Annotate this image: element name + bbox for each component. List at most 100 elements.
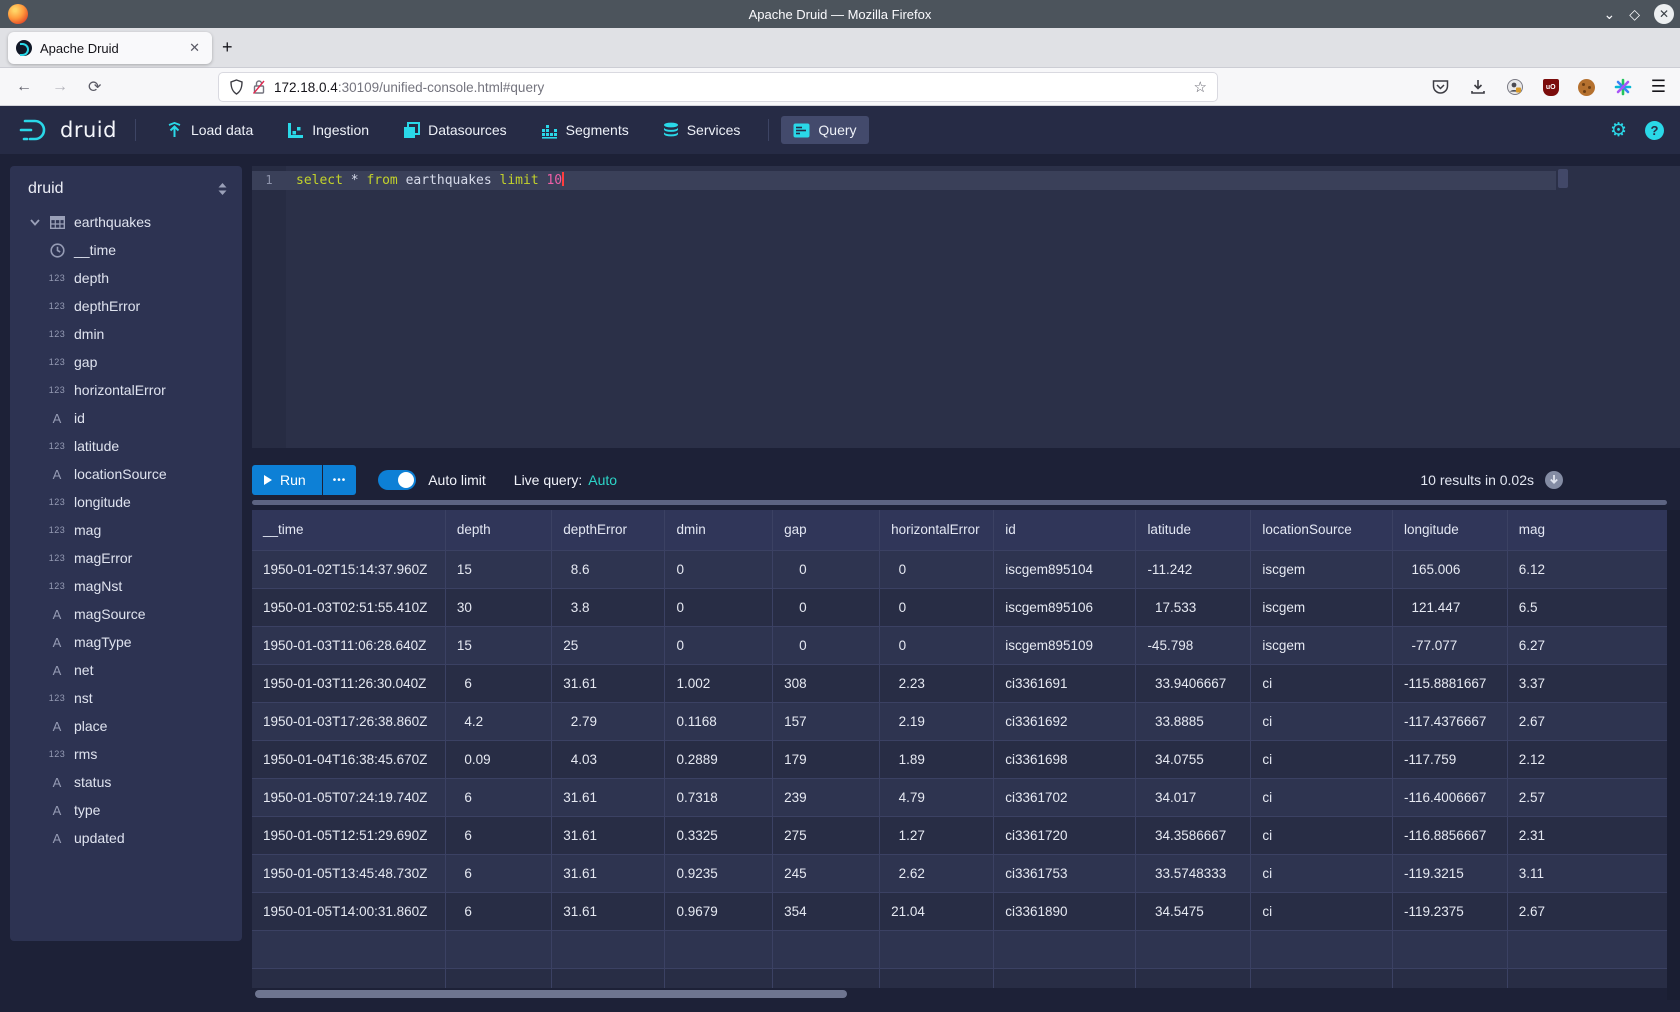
table-cell[interactable]: 0 (880, 588, 994, 626)
table-cell[interactable]: 1950-01-02T15:14:37.960Z (252, 550, 445, 588)
column-header-depth[interactable]: depth (445, 510, 551, 550)
table-cell[interactable]: 308 (773, 664, 880, 702)
table-cell[interactable]: 0.3325 (665, 816, 773, 854)
download-results-icon[interactable] (1544, 470, 1564, 490)
table-cell[interactable]: 31.61 (552, 778, 665, 816)
table-cell[interactable]: ci (1251, 892, 1393, 930)
table-cell[interactable]: 1950-01-05T07:24:19.740Z (252, 778, 445, 816)
sidebar-column-dmin[interactable]: 123dmin (10, 320, 242, 348)
table-cell[interactable]: -11.242 (1136, 550, 1251, 588)
table-cell[interactable]: 6 (445, 816, 551, 854)
browser-tab[interactable]: Apache Druid ✕ (8, 32, 212, 64)
table-cell[interactable]: 0 (773, 626, 880, 664)
horizontal-scrollbar-thumb[interactable] (255, 990, 847, 998)
column-header-locationSource[interactable]: locationSource (1251, 510, 1393, 550)
table-cell[interactable]: ci3361692 (994, 702, 1136, 740)
ublock-extension-icon[interactable]: uO (1543, 79, 1559, 96)
table-cell[interactable]: 165.006 (1393, 550, 1508, 588)
nav-item-ingestion[interactable]: Ingestion (275, 116, 381, 145)
table-cell[interactable]: 1950-01-05T14:00:31.860Z (252, 892, 445, 930)
help-icon[interactable]: ? (1645, 121, 1664, 140)
results-table-container[interactable]: __timedepthdepthErrordmingaphorizontalEr… (252, 510, 1680, 988)
table-cell[interactable]: -117.4376667 (1393, 702, 1508, 740)
panel-splitter[interactable] (252, 500, 1667, 505)
table-cell[interactable]: -119.3215 (1393, 854, 1508, 892)
table-cell[interactable]: 1.002 (665, 664, 773, 702)
reload-button[interactable]: ⟳ (88, 77, 101, 97)
table-cell[interactable]: 0 (880, 550, 994, 588)
table-cell[interactable]: -117.759 (1393, 740, 1508, 778)
table-cell[interactable]: iscgem895106 (994, 588, 1136, 626)
table-cell[interactable]: 1.27 (880, 816, 994, 854)
table-cell[interactable]: 33.5748333 (1136, 854, 1251, 892)
column-header-latitude[interactable]: latitude (1136, 510, 1251, 550)
sidebar-column-time[interactable]: __time (10, 236, 242, 264)
table-cell[interactable]: 245 (773, 854, 880, 892)
sidebar-column-longitude[interactable]: 123longitude (10, 488, 242, 516)
table-cell[interactable]: 0 (665, 550, 773, 588)
table-cell[interactable]: 30 (445, 588, 551, 626)
column-header-horizontalError[interactable]: horizontalError (880, 510, 994, 550)
table-cell[interactable]: 6.27 (1507, 626, 1679, 664)
table-cell[interactable]: ci3361720 (994, 816, 1136, 854)
table-cell[interactable]: 34.5475 (1136, 892, 1251, 930)
table-cell[interactable]: 6 (445, 664, 551, 702)
column-header-dmin[interactable]: dmin (665, 510, 773, 550)
nav-item-load-data[interactable]: Load data (154, 116, 265, 145)
settings-gear-icon[interactable]: ⚙ (1610, 119, 1627, 142)
table-cell[interactable]: ci (1251, 702, 1393, 740)
column-header-longitude[interactable]: longitude (1393, 510, 1508, 550)
table-cell[interactable]: 2.31 (1507, 816, 1679, 854)
sidebar-column-nst[interactable]: 123nst (10, 684, 242, 712)
table-cell[interactable]: 15 (445, 550, 551, 588)
table-cell[interactable]: 2.79 (552, 702, 665, 740)
table-cell[interactable]: 1.89 (880, 740, 994, 778)
table-cell[interactable]: 4.2 (445, 702, 551, 740)
url-text[interactable]: 172.18.0.4:30109/unified-console.html#qu… (274, 80, 1194, 95)
column-header-depthError[interactable]: depthError (552, 510, 665, 550)
run-button[interactable]: Run (252, 465, 322, 495)
table-cell[interactable]: 31.61 (552, 854, 665, 892)
table-cell[interactable]: ci (1251, 664, 1393, 702)
url-bar[interactable]: 172.18.0.4:30109/unified-console.html#qu… (218, 72, 1218, 102)
table-cell[interactable]: 1950-01-05T13:45:48.730Z (252, 854, 445, 892)
pocket-icon[interactable] (1432, 78, 1450, 96)
multi-account-asterisk-icon[interactable] (1614, 78, 1632, 96)
table-cell[interactable]: -77.077 (1393, 626, 1508, 664)
table-cell[interactable]: 239 (773, 778, 880, 816)
nav-item-query[interactable]: Query (781, 116, 868, 144)
sidebar-column-updated[interactable]: Aupdated (10, 824, 242, 852)
run-more-button[interactable]: ••• (323, 465, 357, 495)
table-cell[interactable]: 1950-01-03T11:26:30.040Z (252, 664, 445, 702)
table-cell[interactable]: ci3361691 (994, 664, 1136, 702)
table-cell[interactable]: 275 (773, 816, 880, 854)
table-cell[interactable]: 33.9406667 (1136, 664, 1251, 702)
table-cell[interactable]: 2.67 (1507, 702, 1679, 740)
table-cell[interactable]: ci3361890 (994, 892, 1136, 930)
table-cell[interactable]: ci (1251, 778, 1393, 816)
query-editor[interactable]: 1 select * from earthquakes limit 10 (252, 166, 1680, 448)
table-cell[interactable]: 1950-01-05T12:51:29.690Z (252, 816, 445, 854)
table-cell[interactable]: -116.4006667 (1393, 778, 1508, 816)
table-cell[interactable]: 21.04 (880, 892, 994, 930)
shield-icon[interactable] (229, 79, 244, 95)
table-cell[interactable]: 25 (552, 626, 665, 664)
table-cell[interactable]: 31.61 (552, 892, 665, 930)
table-cell[interactable]: iscgem (1251, 588, 1393, 626)
sidebar-column-type[interactable]: Atype (10, 796, 242, 824)
table-cell[interactable]: 15 (445, 626, 551, 664)
sidebar-column-depth[interactable]: 123depth (10, 264, 242, 292)
table-cell[interactable]: 0 (665, 626, 773, 664)
back-button[interactable]: ← (16, 78, 32, 96)
sidebar-column-locationSource[interactable]: AlocationSource (10, 460, 242, 488)
downloads-icon[interactable] (1469, 78, 1487, 96)
table-cell[interactable]: 2.67 (1507, 892, 1679, 930)
table-cell[interactable]: 31.61 (552, 664, 665, 702)
sort-columns-icon[interactable] (217, 182, 228, 196)
table-cell[interactable]: 4.79 (880, 778, 994, 816)
table-cell[interactable]: 34.017 (1136, 778, 1251, 816)
table-cell[interactable]: ci3361753 (994, 854, 1136, 892)
containers-extension-icon[interactable] (1506, 78, 1524, 96)
table-cell[interactable]: 3.37 (1507, 664, 1679, 702)
window-maximize-icon[interactable]: ◇ (1629, 7, 1640, 21)
